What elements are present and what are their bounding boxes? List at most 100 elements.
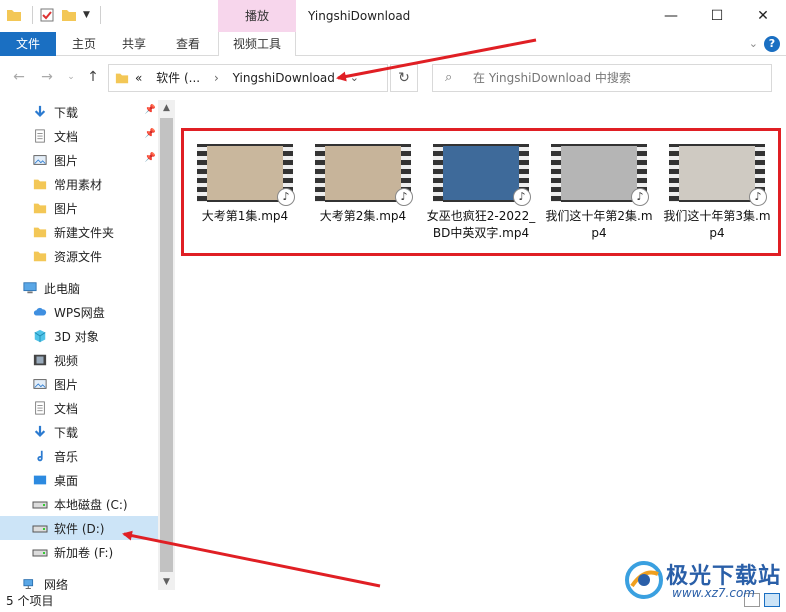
sidebar-item-label: 软件 (D:) [54,521,105,536]
window-title: YingshiDownload [308,9,411,23]
sidebar-item-label: 图片 [54,377,79,392]
tab-video-tools[interactable]: 视频工具 [218,32,296,56]
folder-icon [32,224,48,240]
breadcrumb-prefix[interactable]: « [135,71,142,85]
minimize-button[interactable]: — [648,0,694,32]
sidebar-item-label: 图片 [54,201,79,216]
sidebar-item-label: 本地磁盘 (C:) [54,497,128,512]
download-icon [32,104,48,120]
forward-arrow-icon: → [41,69,53,85]
folder-icon [32,200,48,216]
download-icon [32,424,48,440]
title-bar: ▼ 播放 YingshiDownload — ☐ ✕ [0,0,786,32]
sidebar-scrollbar[interactable]: ▲ ▼ [158,100,175,590]
close-button[interactable]: ✕ [740,0,786,32]
sidebar-item-label: WPS网盘 [54,305,105,320]
sidebar-item[interactable]: 下载 [0,420,158,444]
refresh-button[interactable]: ↻ [390,64,418,92]
scroll-up-arrow-icon[interactable]: ▲ [158,100,175,116]
separator [99,6,101,24]
breadcrumb-folder[interactable]: YingshiDownload [233,71,335,85]
tab-home[interactable]: 主页 [64,32,104,56]
sidebar-item[interactable]: 图片 [0,372,158,396]
sidebar-item[interactable]: 资源文件 [0,244,158,268]
scroll-down-arrow-icon[interactable]: ▼ [158,574,175,590]
sidebar-item-label: 新加卷 (F:) [54,545,114,560]
address-dropdown-icon[interactable]: ⌄ [350,65,359,91]
sidebar-item[interactable]: 音乐 [0,444,158,468]
sidebar-item[interactable]: 新加卷 (F:) [0,540,158,564]
tab-file[interactable]: 文件 [0,32,56,56]
sidebar-item[interactable]: 视频 [0,348,158,372]
sidebar-item[interactable]: 3D 对象 [0,324,158,348]
chevron-right-icon[interactable]: › [214,71,219,85]
back-arrow-icon: ← [13,69,25,85]
drive-icon [32,544,48,560]
properties-icon[interactable] [39,7,55,23]
search-placeholder: 在 YingshiDownload 中搜索 [473,71,631,85]
video-icon [32,352,48,368]
document-icon [32,400,48,416]
sidebar-item[interactable]: 桌面 [0,468,158,492]
sidebar-item[interactable]: 软件 (D:) [0,516,158,540]
sidebar-item-label: 新建文件夹 [54,225,115,240]
back-button[interactable]: ← [10,68,28,86]
sidebar-item[interactable]: 文档 📌 [0,124,158,148]
breadcrumb: « 软件 (... › YingshiDownload [135,65,345,91]
drive-icon [32,520,48,536]
pin-icon: 📌 [144,105,156,115]
maximize-button[interactable]: ☐ [694,0,740,32]
computer-icon [22,280,38,296]
tab-share[interactable]: 共享 [114,32,154,56]
folder-icon[interactable] [6,7,22,23]
sidebar-item[interactable]: 本地磁盘 (C:) [0,492,158,516]
new-folder-icon[interactable] [61,7,77,23]
sidebar-item[interactable]: 图片 [0,196,158,220]
sidebar-item-label: 下载 [54,425,79,440]
chevron-down-icon[interactable]: ▼ [83,10,90,20]
sidebar-item[interactable]: 常用素材 [0,172,158,196]
sidebar-item[interactable]: 新建文件夹 [0,220,158,244]
up-button[interactable]: ↑ [84,68,102,86]
document-icon [32,128,48,144]
sidebar-item-label: 3D 对象 [54,329,99,344]
up-arrow-icon: ↑ [87,69,99,85]
navigation-pane: 下载 📌 文档 📌 图片 📌 常用素材 图片 新建文件夹 资源文件 此电脑 WPS网盘 3D 对象 视频图… [0,100,175,592]
search-icon: ⌕ [445,70,453,85]
close-icon: ✕ [757,8,769,24]
maximize-icon: ☐ [710,8,724,24]
forward-button[interactable]: → [38,68,56,86]
tab-view[interactable]: 查看 [168,32,208,56]
search-box[interactable]: ⌕ 在 YingshiDownload 中搜索 [432,64,772,92]
item-count: 5 个项目 [6,594,54,608]
quick-access-toolbar: ▼ [6,6,101,24]
sidebar-item-label: 文档 [54,129,79,144]
sidebar-item[interactable]: 下载 📌 [0,100,158,124]
scrollbar-thumb[interactable] [160,118,173,572]
sidebar-item-label: 图片 [54,153,79,168]
sidebar-item-label: 常用素材 [54,177,103,192]
recent-locations-button[interactable]: ⌄ [62,68,80,86]
refresh-icon: ↻ [398,70,410,86]
minimize-icon: — [664,8,678,24]
desktop-icon [32,472,48,488]
sidebar-item-label: 视频 [54,353,79,368]
chevron-down-icon: ⌄ [67,72,75,82]
address-bar[interactable]: « 软件 (... › YingshiDownload ⌄ [108,64,388,92]
ribbon: 文件 主页 共享 查看 视频工具 ⌄ ? [0,32,786,56]
sidebar-item[interactable]: 此电脑 [0,276,158,300]
sidebar-item[interactable]: WPS网盘 [0,300,158,324]
cube-icon [32,328,48,344]
navigation-bar: ← → ⌄ ↑ « 软件 (... › YingshiDownload ⌄ ↻ … [0,56,786,100]
sidebar-item[interactable]: 图片 📌 [0,148,158,172]
context-tab-play: 播放 [218,0,296,32]
sidebar-item-label: 此电脑 [44,281,81,296]
pin-icon: 📌 [144,153,156,163]
drive-icon [32,496,48,512]
breadcrumb-drive[interactable]: 软件 (... [156,71,200,85]
cloud-icon [32,304,48,320]
ribbon-expand-icon[interactable]: ⌄ [749,37,758,50]
sidebar-item[interactable]: 文档 [0,396,158,420]
folder-icon [32,248,48,264]
help-icon[interactable]: ? [764,36,780,52]
